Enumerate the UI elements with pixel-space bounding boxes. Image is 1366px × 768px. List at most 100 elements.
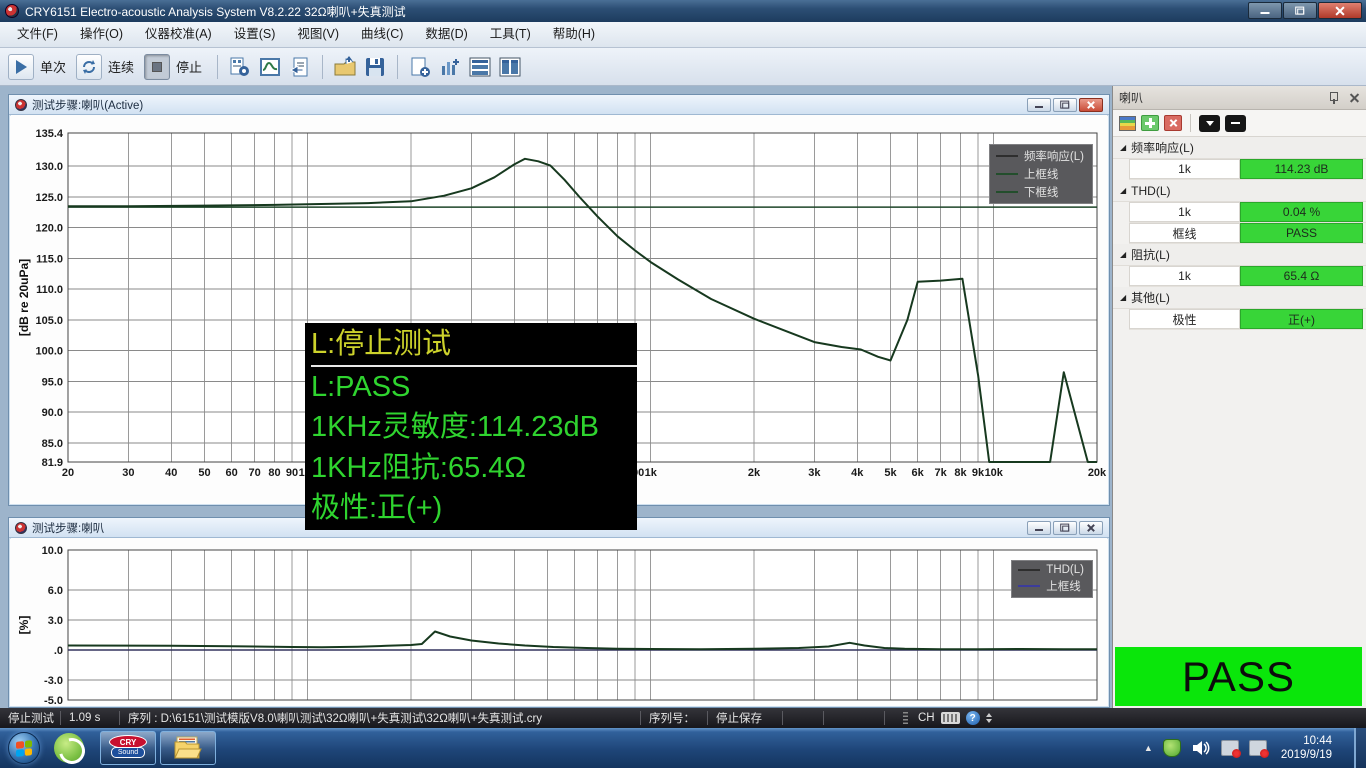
overlay-polarity-line: 极性:正(+) (311, 488, 637, 529)
test-settings-button[interactable] (227, 54, 253, 80)
svg-text:80: 80 (268, 705, 280, 706)
close-button[interactable] (1318, 2, 1362, 19)
svg-text:135.4: 135.4 (35, 128, 63, 140)
minimize-button[interactable] (1248, 2, 1282, 19)
ime-help-icon[interactable]: ? (966, 711, 980, 725)
tree-row-2-0[interactable]: 1k65.4 Ω (1129, 266, 1366, 287)
svg-text:8k: 8k (954, 467, 967, 479)
tree-section-2[interactable]: ◢阻抗(L) (1113, 244, 1366, 266)
language-indicator[interactable]: CH (918, 712, 935, 724)
layout-rows-button[interactable] (467, 54, 493, 80)
stop-button[interactable] (144, 54, 170, 80)
report-button[interactable] (287, 54, 313, 80)
layout-columns-icon (498, 56, 522, 78)
svg-text:3.0: 3.0 (48, 615, 63, 627)
svg-text:70: 70 (248, 705, 260, 706)
add-chart-button[interactable] (437, 54, 463, 80)
child-restore-button[interactable] (1053, 521, 1077, 535)
child-close-button[interactable] (1079, 521, 1103, 535)
menu-item-3[interactable]: 设置(S) (223, 22, 287, 47)
volume-icon[interactable] (1191, 739, 1211, 757)
remove-item-button[interactable] (1164, 115, 1182, 131)
svg-text:125.0: 125.0 (35, 192, 63, 204)
freq-chart-legend: 频率响应(L)上框线下框线 (989, 144, 1093, 204)
menu-item-5[interactable]: 曲线(C) (350, 22, 414, 47)
layout-columns-button[interactable] (497, 54, 523, 80)
start-button[interactable] (8, 732, 40, 764)
explorer-taskbar-button[interactable] (160, 731, 216, 765)
tree-section-1[interactable]: ◢THD(L) (1113, 180, 1366, 202)
open-button[interactable] (332, 54, 358, 80)
status-item-0: 停止测试 (0, 710, 60, 726)
svg-text:30: 30 (122, 467, 134, 479)
loop-icon (80, 58, 98, 76)
stop-icon (152, 62, 162, 72)
tree-section-3[interactable]: ◢其他(L) (1113, 287, 1366, 309)
freq-window-titlebar[interactable]: 测试步骤:喇叭(Active) (9, 95, 1109, 115)
menu-item-8[interactable]: 帮助(H) (542, 22, 606, 47)
language-bar-options[interactable] (986, 713, 992, 723)
menu-item-6[interactable]: 数据(D) (414, 22, 478, 47)
minus-button[interactable] (1225, 115, 1246, 132)
svg-text:2k: 2k (748, 467, 761, 479)
collapse-all-button[interactable] (1199, 115, 1220, 132)
overlay-sensitivity-line: 1KHz灵敏度:114.23dB (311, 407, 637, 448)
browser-taskbar-icon[interactable] (54, 733, 84, 763)
network-error-tray-icon[interactable] (1249, 740, 1267, 756)
keyboard-icon[interactable] (941, 712, 960, 724)
x-icon (1169, 119, 1178, 128)
menu-item-4[interactable]: 视图(V) (286, 22, 350, 47)
results-panel-header[interactable]: 喇叭 (1113, 86, 1366, 110)
svg-text:-3.0: -3.0 (44, 675, 63, 687)
svg-text:30: 30 (122, 705, 134, 706)
tree-row-3-0[interactable]: 极性正(+) (1129, 309, 1366, 330)
tree-row-1-0[interactable]: 1k0.04 % (1129, 202, 1366, 223)
svg-text:10k: 10k (985, 467, 1004, 479)
layers-icon[interactable] (1119, 116, 1136, 131)
curve-settings-button[interactable] (257, 54, 283, 80)
child-close-button[interactable] (1079, 98, 1103, 112)
save-button[interactable] (362, 54, 388, 80)
overlay-status-line: L:停止测试 (311, 324, 637, 367)
thd-chart-legend: THD(L)上框线 (1011, 560, 1093, 598)
run-continuous-button[interactable] (76, 54, 102, 80)
status-item-1: 1.09 s (61, 712, 119, 724)
svg-text:9k: 9k (972, 467, 985, 479)
restore-button[interactable] (1283, 2, 1317, 19)
child-minimize-button[interactable] (1027, 521, 1051, 535)
taskbar-clock[interactable]: 10:44 2019/9/19 (1281, 734, 1332, 762)
tree-section-label: 频率响应(L) (1131, 139, 1194, 156)
tree-expanded-icon: ◢ (1120, 293, 1126, 302)
svg-text:1k: 1k (645, 467, 658, 479)
folder-icon (173, 736, 203, 760)
menu-item-2[interactable]: 仪器校准(A) (134, 22, 223, 47)
new-step-button[interactable] (407, 54, 433, 80)
run-single-button[interactable] (8, 54, 34, 80)
tree-section-label: 阻抗(L) (1131, 246, 1170, 263)
language-bar-grip[interactable] (903, 712, 908, 724)
panel-close-icon[interactable] (1349, 92, 1360, 103)
tree-row-1-1[interactable]: 框线PASS (1129, 223, 1366, 244)
tree-section-0[interactable]: ◢频率响应(L) (1113, 137, 1366, 159)
svg-text:-5.0: -5.0 (44, 695, 63, 706)
show-desktop-button[interactable] (1354, 728, 1366, 768)
pin-icon[interactable] (1328, 91, 1339, 104)
tree-row-value: 0.04 % (1240, 202, 1363, 222)
settings-grid-icon (229, 56, 251, 78)
tray-expand-icon[interactable]: ▲ (1144, 743, 1153, 753)
child-minimize-button[interactable] (1027, 98, 1051, 112)
menu-item-0[interactable]: 文件(F) (6, 22, 69, 47)
add-item-button[interactable] (1141, 115, 1159, 131)
run-continuous-label: 连续 (108, 57, 134, 76)
tree-row-0-0[interactable]: 1k114.23 dB (1129, 159, 1366, 180)
tree-row-name: 框线 (1129, 223, 1240, 243)
menu-item-7[interactable]: 工具(T) (479, 22, 542, 47)
legend-label: 上框线 (1024, 166, 1059, 182)
device-error-tray-icon[interactable] (1221, 740, 1239, 756)
menu-item-1[interactable]: 操作(O) (69, 22, 134, 47)
antivirus-tray-icon[interactable] (1163, 739, 1181, 757)
svg-text:900: 900 (626, 705, 644, 706)
svg-text:90: 90 (286, 467, 298, 479)
child-restore-button[interactable] (1053, 98, 1077, 112)
cry-sound-taskbar-button[interactable]: CRYSound (100, 731, 156, 765)
